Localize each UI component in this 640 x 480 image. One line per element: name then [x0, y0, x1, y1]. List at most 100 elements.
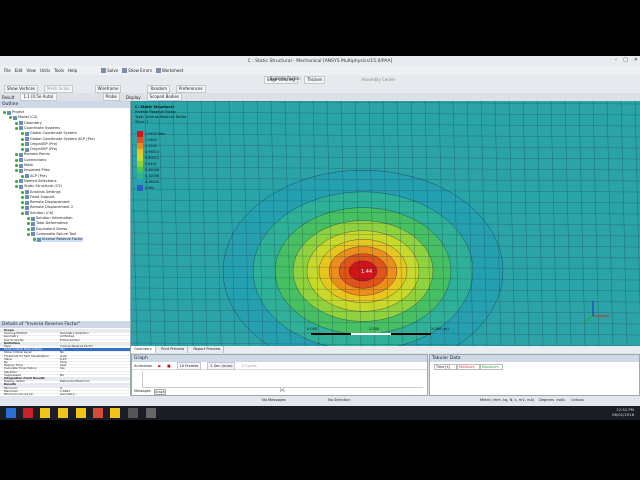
outline-item-label: Global Coordinate System — [30, 131, 77, 136]
ansys-workbench-icon[interactable] — [58, 408, 68, 418]
contour-plot[interactable]: 1.44 0.000 2.500 5.000 (m) — [131, 101, 640, 346]
duration-select[interactable]: 2 Sec (Auto) — [207, 361, 236, 370]
menu-help[interactable]: Help — [68, 68, 77, 73]
outline-item-label: Fixed Support — [30, 194, 55, 199]
solve-button[interactable]: Solve — [101, 68, 118, 74]
menu-units[interactable]: Units — [40, 68, 50, 73]
frames-select[interactable]: 10 Frames — [176, 361, 202, 370]
outline-item-label: Coordinate Systems — [24, 125, 61, 130]
outline-item[interactable]: Named Selections — [15, 179, 56, 184]
explorer-app-icon[interactable] — [146, 408, 156, 418]
tree-node-icon — [19, 168, 23, 173]
show-errors-button[interactable]: Show Errors — [122, 68, 152, 74]
outline-item[interactable]: OriginSKP (Pre) — [21, 142, 57, 147]
close-icon[interactable]: ✕ — [634, 57, 638, 63]
toolbar-result: Result 1.1 (0.5e Auto) Probe Display Sco… — [0, 93, 640, 101]
maximize-icon[interactable]: □ — [623, 57, 628, 63]
status-check-icon — [15, 179, 18, 183]
outline-item[interactable]: Inverse Reserve Factor — [33, 237, 83, 243]
view-tabs: Geometry Print Preview Report Preview — [131, 346, 640, 353]
play-icon[interactable]: ▶ — [158, 364, 161, 368]
outline-item[interactable]: Equivalent Stress — [27, 227, 67, 232]
status-degrees[interactable]: Degrees — [539, 398, 554, 402]
display-label: Display — [125, 94, 141, 100]
menu-view[interactable]: View — [26, 68, 36, 73]
tab-geometry[interactable]: Geometry — [131, 346, 156, 353]
outline-item[interactable]: Composite Failure Tool — [27, 232, 76, 237]
outline-item[interactable]: Remote Displacement — [21, 200, 70, 205]
tree-node-icon — [19, 121, 23, 126]
status-temp[interactable]: Celsius — [571, 398, 584, 402]
mesh-scale-button[interactable]: Mesh Scale — [44, 84, 73, 93]
outline-item[interactable]: Solution (C6) — [21, 211, 53, 216]
probe-button[interactable]: Probe — [102, 93, 120, 101]
outline-item[interactable]: Solution Information — [27, 216, 73, 221]
outline-item-label: Total Deformation — [36, 221, 68, 226]
legend-label: 0.48008 — [145, 168, 160, 172]
outline-item[interactable]: Global Coordinate System — [21, 131, 77, 136]
ansys-mechanical-icon[interactable] — [76, 408, 86, 418]
legend-label: 1.2802 — [145, 138, 157, 142]
col-time[interactable]: Time [s] — [434, 364, 457, 370]
random-button[interactable]: Random — [147, 84, 171, 93]
outline-item[interactable]: Analysis Settings — [21, 190, 61, 195]
preferences-button[interactable]: Preferences — [176, 84, 206, 93]
clock-date[interactable]: 06/01/2018 — [612, 412, 634, 417]
show-vertices-button[interactable]: Show Vertices — [4, 84, 39, 93]
minimize-icon[interactable]: – — [615, 57, 618, 63]
cycles-select[interactable]: 3 Cycles — [241, 364, 256, 368]
outline-item[interactable]: Global Coordinate System ACP (Pre) — [21, 137, 95, 142]
outline-item[interactable]: Imported Plies — [15, 168, 50, 173]
stop-icon[interactable]: ■ — [167, 364, 170, 368]
outline-item[interactable]: Remote Points — [15, 152, 50, 157]
scale-bar-segment — [391, 333, 431, 335]
pdf-app-icon[interactable] — [23, 408, 33, 418]
col-minimum[interactable]: Minimum — [457, 364, 480, 370]
outline-item[interactable]: Model (C4) — [9, 115, 38, 120]
legend-label: 0 Min — [145, 186, 155, 190]
status-messages[interactable]: No Messages — [262, 398, 286, 402]
menu-file[interactable]: File — [4, 68, 11, 73]
thicken-button[interactable]: Thicken — [303, 75, 326, 84]
assembly-center-label: Assembly Center — [361, 77, 396, 82]
outline-item[interactable]: Connections — [15, 158, 46, 163]
outline-item[interactable]: Total Deformation — [27, 221, 68, 226]
outline-item[interactable]: OriginSKP (Pre) — [21, 147, 57, 152]
legend-label: 0.96013 — [145, 150, 160, 154]
tree-node-icon — [25, 174, 29, 179]
outline-item[interactable]: ACP (Pre) — [21, 174, 47, 179]
col-maximum[interactable]: Maximum — [480, 364, 503, 370]
outline-item[interactable]: Static Structural (C5) — [15, 184, 62, 189]
status-check-icon — [21, 137, 24, 141]
outline-item[interactable]: Project — [3, 110, 24, 115]
menu-edit[interactable]: Edit — [15, 68, 23, 73]
worksheet-button[interactable]: Worksheet — [156, 68, 183, 74]
outline-item-label: Imported Plies — [24, 168, 50, 173]
tab-messages[interactable]: Messages — [134, 389, 151, 395]
tree-node-icon — [25, 137, 29, 141]
ansys-app-icon[interactable] — [40, 408, 50, 418]
legend-label: 1.1202 — [145, 144, 157, 148]
menu-tools[interactable]: Tools — [54, 68, 64, 73]
display-select[interactable]: Scoped Bodies — [146, 93, 182, 101]
wireframe-button[interactable]: Wireframe — [94, 84, 122, 93]
graphics-viewport[interactable]: 1.44 0.000 2.500 5.000 (m) C: Static Struct… — [131, 101, 640, 346]
outline-item[interactable]: Mesh — [15, 163, 33, 168]
result-scale-select[interactable]: 1.1 (0.5e Auto) — [20, 93, 57, 101]
status-rad[interactable]: rad/s — [556, 398, 565, 402]
tab-print-preview[interactable]: Print Preview — [158, 346, 189, 353]
tab-graph[interactable]: Graph — [153, 389, 167, 395]
ansys-acp-icon[interactable] — [110, 408, 120, 418]
status-units[interactable]: Metric (mm, kg, N, s, mV, mA) — [480, 398, 534, 402]
windows-start-icon[interactable] — [6, 408, 16, 418]
status-check-icon — [21, 195, 24, 199]
gmail-icon[interactable] — [93, 408, 103, 418]
legend-label: 1.4402 Max — [145, 132, 165, 136]
mechanical-app-icon[interactable] — [128, 408, 138, 418]
outline-item[interactable]: Geometry — [15, 121, 42, 126]
outline-item[interactable]: Coordinate Systems — [15, 126, 60, 131]
outline-item[interactable]: Fixed Support — [21, 195, 55, 200]
outline-item[interactable]: Remote Displacement 2 — [21, 205, 73, 210]
status-check-icon — [33, 238, 36, 242]
tab-report-preview[interactable]: Report Preview — [190, 346, 225, 353]
